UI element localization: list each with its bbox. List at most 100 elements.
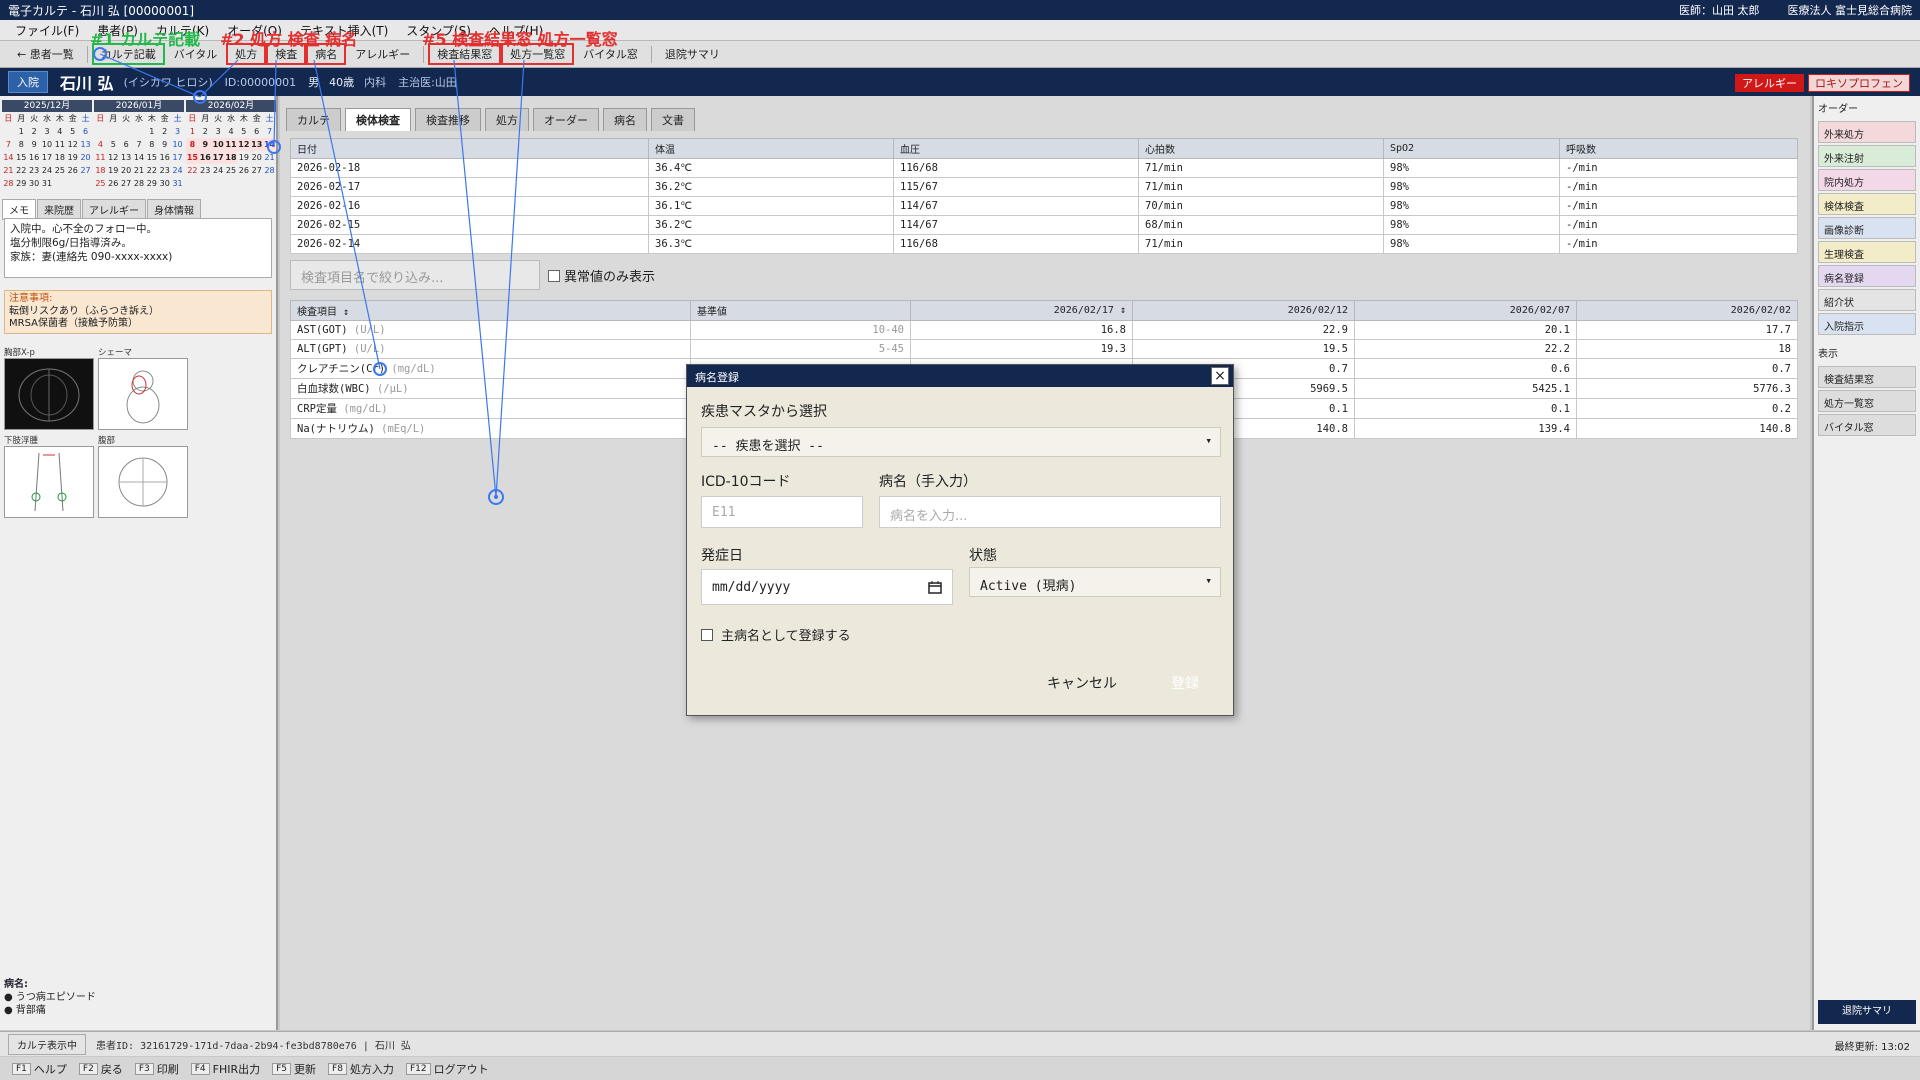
vital-button[interactable]: バイタル (165, 43, 227, 65)
discharge-summary-side-button[interactable]: 退院サマリ (1818, 1000, 1916, 1024)
calendar-day[interactable]: 30 (158, 177, 171, 190)
order-outpatient-injection-button[interactable]: 外来注射 (1818, 145, 1916, 167)
function-key-f12[interactable]: F12 ログアウト (405, 1061, 489, 1077)
calendar-day[interactable]: 14 (263, 138, 276, 151)
disease-name-input[interactable]: 病名を入力... (879, 496, 1221, 528)
tab-document[interactable]: 文書 (651, 108, 695, 131)
calendar-day[interactable]: 22 (145, 164, 158, 177)
table-row[interactable]: 2026-02-17 36.2℃ 115/67 71/min 98% -/min (290, 177, 1798, 197)
order-diagnosis-register-button[interactable]: 病名登録 (1818, 265, 1916, 287)
calendar-day[interactable]: 17 (211, 151, 225, 164)
prescription-button[interactable]: 処方 (226, 43, 267, 65)
table-row[interactable]: 2026-02-18 36.4℃ 116/68 71/min 98% -/min (290, 158, 1798, 178)
column-header-date[interactable]: 2026/02/17 ↕ (910, 300, 1133, 321)
calendar-day[interactable]: 8 (186, 138, 199, 151)
calendar-day[interactable]: 8 (145, 138, 158, 151)
table-row[interactable]: AST(GOT) (U/L) 10-40 16.8 22.9 20.1 17.7 (290, 320, 1798, 340)
tab-allergy[interactable]: アレルギー (82, 199, 146, 220)
calendar-day[interactable]: 25 (53, 164, 66, 177)
calendar-day[interactable]: 15 (145, 151, 158, 164)
diagnosis-item[interactable]: ● 背部痛 (4, 1004, 96, 1017)
calendar-day[interactable]: 10 (41, 138, 54, 151)
calendar-day[interactable]: 7 (263, 125, 276, 138)
calendar-day[interactable]: 13 (120, 151, 133, 164)
calendar-day[interactable]: 13 (250, 138, 264, 151)
calendar-day[interactable]: 11 (224, 138, 238, 151)
calendar-day[interactable]: 4 (53, 125, 66, 138)
calendar-day[interactable]: 10 (211, 138, 225, 151)
abdomen-thumbnail[interactable] (98, 446, 188, 518)
calendar-day[interactable]: 16 (198, 151, 212, 164)
function-key-f2[interactable]: F2 戻る (78, 1061, 123, 1077)
tab-diagnosis[interactable]: 病名 (603, 108, 647, 131)
disease-status-select[interactable]: Active (現病) ▾ (969, 567, 1221, 597)
calendar-day[interactable]: 16 (28, 151, 41, 164)
calendar-day[interactable]: 11 (94, 151, 107, 164)
view-vital-window-button[interactable]: バイタル窓 (1818, 414, 1916, 436)
calendar-day[interactable]: 21 (2, 164, 15, 177)
calendar-day[interactable]: 17 (41, 151, 54, 164)
order-specimen-test-button[interactable]: 検体検査 (1818, 193, 1916, 215)
calendar-day[interactable]: 23 (158, 164, 171, 177)
calendar-day[interactable] (120, 125, 133, 138)
column-header-test-item[interactable]: 検査項目 ↕ (290, 300, 691, 321)
order-inhouse-rx-button[interactable]: 院内処方 (1818, 169, 1916, 191)
calendar-day[interactable]: 25 (225, 164, 238, 177)
calendar-day[interactable]: 20 (120, 164, 133, 177)
calendar-day[interactable]: 30 (28, 177, 41, 190)
prescription-list-window-button[interactable]: 処方一覧窓 (501, 43, 575, 65)
diagnosis-item[interactable]: ● うつ病エピソード (4, 991, 96, 1004)
calendar-day[interactable]: 12 (237, 138, 251, 151)
calendar-day[interactable]: 29 (15, 177, 28, 190)
tab-order[interactable]: オーダー (533, 108, 599, 131)
xray-thumbnail[interactable] (4, 358, 94, 430)
discharge-summary-button[interactable]: 退院サマリ (656, 43, 729, 65)
calendar-day[interactable]: 4 (225, 125, 238, 138)
tab-visit-history[interactable]: 来院歴 (37, 199, 81, 220)
menu-patient[interactable]: 患者(P) (88, 22, 147, 39)
chart-entry-button[interactable]: カルテ記載 (91, 43, 165, 65)
cancel-button[interactable]: キャンセル (1047, 673, 1117, 693)
calendar-day[interactable]: 22 (186, 164, 199, 177)
calendar-day[interactable]: 6 (250, 125, 263, 138)
calendar-day[interactable]: 3 (171, 125, 184, 138)
tab-specimen-test[interactable]: 検体検査 (345, 108, 411, 131)
tab-body-info[interactable]: 身体情報 (147, 199, 201, 220)
leg-edema-thumbnail[interactable] (4, 446, 94, 518)
calendar-day[interactable]: 6 (79, 125, 92, 138)
calendar-day[interactable]: 3 (41, 125, 54, 138)
lab-result-window-button[interactable]: 検査結果窓 (428, 43, 502, 65)
allergy-drug-tag[interactable]: ロキソプロフェン (1808, 74, 1910, 92)
calendar-day[interactable]: 2 (158, 125, 171, 138)
calendar-day[interactable]: 23 (28, 164, 41, 177)
checkbox-box[interactable] (701, 628, 713, 641)
menu-help[interactable]: ヘルプ(H) (480, 22, 552, 39)
calendar-day[interactable]: 5 (66, 125, 79, 138)
calendar-day[interactable]: 19 (107, 164, 120, 177)
calendar-day[interactable] (133, 125, 146, 138)
function-key-f4[interactable]: F4 FHIR出力 (190, 1061, 260, 1077)
calendar-day[interactable]: 11 (53, 138, 66, 151)
tab-memo[interactable]: メモ (2, 199, 36, 220)
schema-thumbnail[interactable] (98, 358, 188, 430)
calendar-day[interactable]: 7 (133, 138, 146, 151)
calendar-day[interactable]: 1 (186, 125, 199, 138)
table-row[interactable]: 2026-02-15 36.2℃ 114/67 68/min 98% -/min (290, 215, 1798, 235)
vital-window-button[interactable]: バイタル窓 (574, 43, 647, 65)
disease-master-select[interactable]: -- 疾患を選択 -- ▾ (701, 427, 1221, 457)
calendar-day[interactable]: 13 (79, 138, 92, 151)
calendar-day[interactable]: 5 (237, 125, 250, 138)
calendar-day[interactable]: 19 (237, 151, 250, 164)
menu-chart[interactable]: カルテ(K) (147, 22, 218, 39)
onset-date-input[interactable]: mm/dd/yyyy (701, 569, 953, 605)
order-physiology-test-button[interactable]: 生理検査 (1818, 241, 1916, 263)
allergy-tag[interactable]: アレルギー (1735, 74, 1804, 92)
lab-button[interactable]: 検査 (266, 43, 307, 65)
function-key-f3[interactable]: F3 印刷 (134, 1061, 179, 1077)
memo-textarea[interactable]: 入院中。心不全のフォロー中。 塩分制限6g/日指導済み。 家族：妻(連絡先 09… (4, 218, 272, 278)
calendar-day[interactable]: 2 (199, 125, 212, 138)
table-row[interactable]: ALT(GPT) (U/L) 5-45 19.3 19.5 22.2 18 (290, 339, 1798, 359)
calendar-day[interactable] (107, 125, 120, 138)
close-icon[interactable]: × (1211, 367, 1229, 385)
calendar-day[interactable]: 14 (133, 151, 146, 164)
